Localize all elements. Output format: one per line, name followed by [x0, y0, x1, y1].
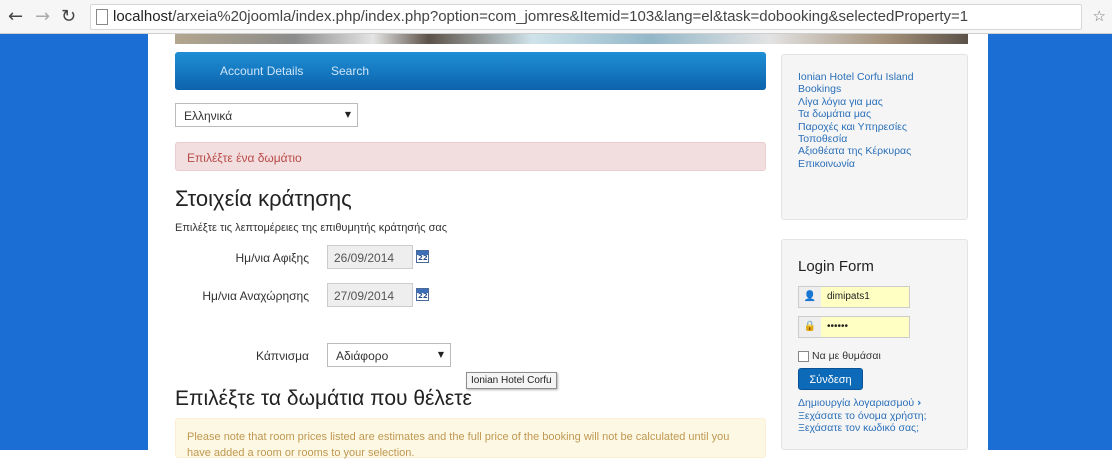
url-path: /arxeia%20joomla/index.php/index.php?opt… — [172, 8, 969, 25]
forward-arrow-icon[interactable]: → — [35, 6, 50, 27]
language-select[interactable]: Ελληνικά ▼ — [175, 103, 358, 127]
calendar-icon[interactable]: 22 — [416, 250, 429, 263]
sidebar-item-hotel[interactable]: Ionian Hotel Corfu Island — [798, 71, 967, 83]
chevron-down-icon: ▼ — [344, 110, 351, 119]
price-note: Please note that room prices listed are … — [175, 418, 766, 459]
create-account-link[interactable]: Δημιουργία λογαριασμού › — [798, 397, 927, 410]
password-value: •••••• — [821, 317, 909, 337]
booking-details-heading: Στοιχεία κράτησης — [175, 186, 352, 211]
calendar-day: 22 — [418, 292, 428, 300]
smoking-select[interactable]: Αδιάφορο ▼ — [327, 343, 451, 367]
remember-label: Να με θυμάσαι — [812, 350, 881, 362]
departure-date-label: Ημ/νια Αναχώρησης — [202, 289, 309, 303]
sidebar-item-services[interactable]: Παροχές και Υπηρεσίες — [798, 121, 967, 133]
chevron-right-icon: › — [917, 397, 922, 409]
select-rooms-heading: Επιλέξτε τα δωμάτια που θέλετε — [175, 387, 472, 410]
chevron-down-icon: ▼ — [437, 350, 444, 359]
sidebar-item-location[interactable]: Τοποθεσία — [798, 133, 967, 145]
departure-date-field[interactable]: 27/09/2014 — [327, 283, 413, 307]
arrival-date-field[interactable]: 26/09/2014 — [327, 245, 413, 269]
smoking-select-value: Αδιάφορο — [336, 349, 389, 363]
alert-text: Επιλέξτε ένα δωμάτιο — [187, 151, 302, 165]
sidebar-item-sights[interactable]: Αξιοθέατα της Κέρκυρας — [798, 145, 967, 157]
create-account-label: Δημιουργία λογαριασμού — [798, 397, 915, 409]
remember-me[interactable]: Να με θυμάσαι — [798, 350, 881, 362]
lock-icon: 🔒 — [799, 317, 822, 337]
menu-item-account-details[interactable]: Account Details — [220, 64, 303, 78]
header-banner-image — [175, 34, 968, 44]
back-arrow-icon[interactable]: ← — [8, 6, 23, 27]
reload-icon[interactable]: ↻ — [61, 6, 76, 27]
calendar-day: 22 — [418, 254, 428, 262]
sidebar-menu: Ionian Hotel Corfu Island Bookings Λίγα … — [781, 54, 968, 220]
address-bar[interactable]: localhost/arxeia%20joomla/index.php/inde… — [90, 4, 1082, 30]
arrival-date-label: Ημ/νια Αφιξης — [235, 251, 309, 265]
sidebar-item-contact[interactable]: Επικοινωνία — [798, 158, 967, 170]
login-links: Δημιουργία λογαριασμού › Ξεχάσατε το όνο… — [798, 397, 927, 435]
sidebar-item-bookings[interactable]: Bookings — [798, 83, 967, 95]
login-panel: Login Form 👤 dimipats1 🔒 •••••• Να με θυ… — [781, 239, 968, 450]
tooltip: Ionian Hotel Corfu — [466, 372, 557, 389]
login-title: Login Form — [798, 258, 874, 275]
remember-checkbox[interactable] — [798, 350, 809, 362]
sidebar-item-rooms[interactable]: Τα δωμάτια μας — [798, 108, 967, 120]
password-field[interactable]: 🔒 •••••• — [798, 316, 910, 338]
login-button[interactable]: Σύνδεση — [798, 368, 863, 390]
sidebar-item-about[interactable]: Λίγα λόγια για μας — [798, 96, 967, 108]
menu-item-search[interactable]: Search — [331, 64, 369, 78]
booking-details-subtitle: Επιλέξτε τις λεπτομέρειες της επιθυμητής… — [175, 222, 448, 234]
url-text: localhost/arxeia%20joomla/index.php/inde… — [113, 8, 968, 25]
bookmark-star-icon[interactable]: ☆ — [1093, 7, 1106, 25]
username-value: dimipats1 — [821, 287, 909, 307]
language-select-value: Ελληνικά — [184, 109, 233, 123]
user-icon: 👤 — [799, 287, 822, 307]
price-note-text: Please note that room prices listed are … — [187, 431, 730, 459]
departure-date-value: 27/09/2014 — [334, 289, 395, 303]
browser-toolbar: ← → ↻ localhost/arxeia%20joomla/index.ph… — [0, 0, 1112, 34]
forgot-username-link[interactable]: Ξεχάσατε το όνομα χρήστη; — [798, 410, 927, 423]
url-host: localhost — [113, 8, 173, 25]
forgot-password-link[interactable]: Ξεχάσατε τον κωδικό σας; — [798, 422, 927, 435]
page-icon — [96, 9, 108, 25]
username-field[interactable]: 👤 dimipats1 — [798, 286, 910, 308]
smoking-label: Κάπνισμα — [256, 349, 309, 363]
calendar-icon[interactable]: 22 — [416, 288, 429, 301]
top-menu: Account Details Search — [175, 52, 766, 90]
alert-message: Επιλέξτε ένα δωμάτιο — [175, 142, 766, 171]
arrival-date-value: 26/09/2014 — [334, 251, 395, 265]
